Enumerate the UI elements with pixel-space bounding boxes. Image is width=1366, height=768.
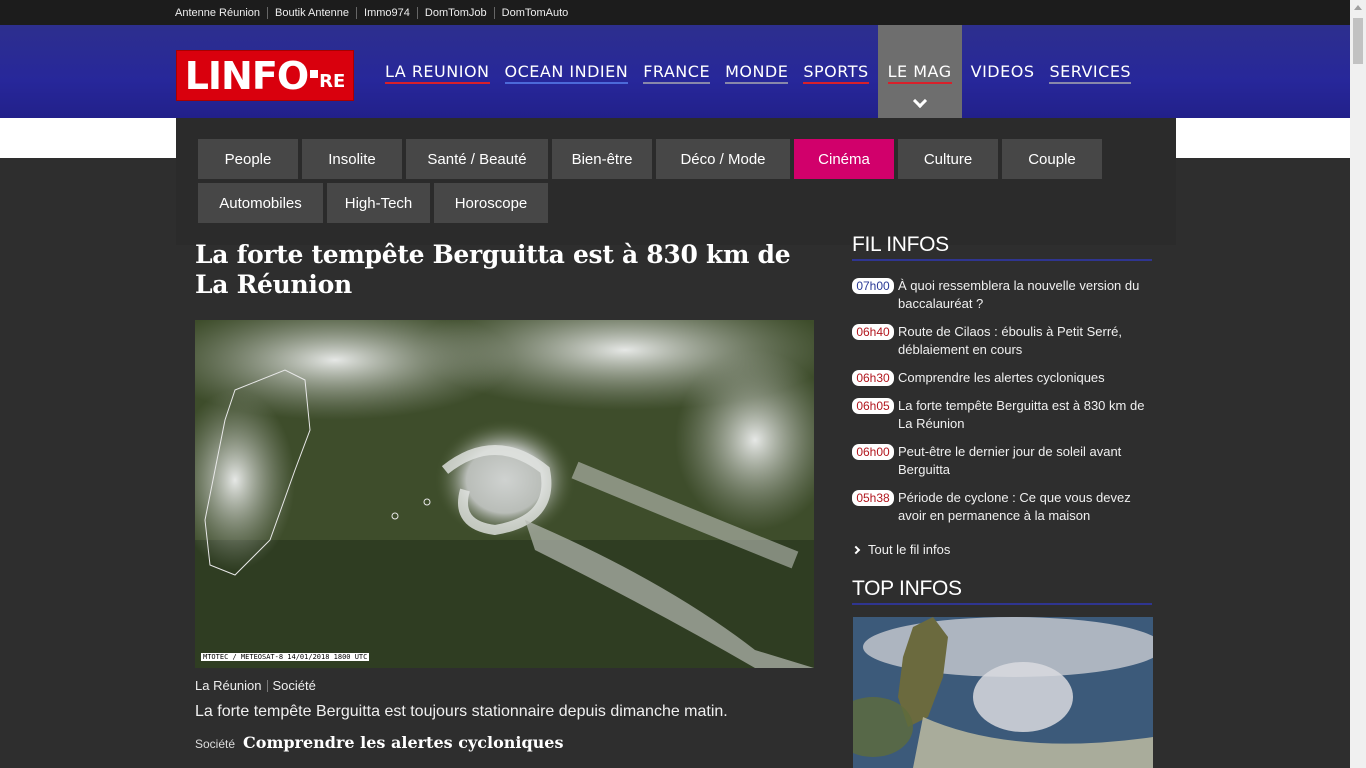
fil-item[interactable]: 07h00 À quoi ressemblera la nouvelle ver… [852,277,1152,313]
article-tags: La Réunion Société [195,678,316,693]
logo-suffix: RE [319,71,346,92]
mag-cat-people[interactable]: People [198,139,298,179]
mag-cat-sante-beaute[interactable]: Santé / Beauté [406,139,548,179]
mag-dropdown-menu: People Insolite Santé / Beauté Bien-être… [176,118,1176,245]
fil-item-text[interactable]: Route de Cilaos : éboulis à Petit Serré,… [898,323,1152,359]
mag-menu-row-2: Automobiles High-Tech Horoscope [198,183,1176,223]
top-bar: Antenne Réunion Boutik Antenne Immo974 D… [0,0,1366,25]
fil-infos-list: 07h00 À quoi ressemblera la nouvelle ver… [852,277,1152,535]
mag-cat-high-tech[interactable]: High-Tech [327,183,430,223]
fil-item[interactable]: 06h00 Peut-être le dernier jour de solei… [852,443,1152,479]
nav-item-monde[interactable]: MONDE [719,25,794,118]
mag-cat-couple[interactable]: Couple [1002,139,1102,179]
logo-dot [310,69,319,78]
tag-la-reunion[interactable]: La Réunion [195,678,262,693]
nav-item-france[interactable]: FRANCE [637,25,716,118]
photo-credit: MTOTEC / METEOSAT-8 14/01/2018 1800 UTC [201,653,370,661]
related-article-partial[interactable] [252,760,612,768]
nav-item-la-reunion[interactable]: LA REUNION [379,25,496,118]
article-photo[interactable]: MTOTEC / METEOSAT-8 14/01/2018 1800 UTC [195,320,814,668]
time-badge: 07h00 [852,278,894,294]
time-badge: 06h30 [852,370,894,386]
page-scrollbar[interactable] [1350,0,1366,768]
network-link-immo974[interactable]: Immo974 [356,6,417,19]
fil-item[interactable]: 06h05 La forte tempête Berguitta est à 8… [852,397,1152,433]
fil-item-text[interactable]: À quoi ressemblera la nouvelle version d… [898,277,1152,313]
mag-cat-insolite[interactable]: Insolite [302,139,402,179]
network-link-domtomauto[interactable]: DomTomAuto [493,6,576,19]
network-link-domtomjob[interactable]: DomTomJob [416,6,494,19]
all-fil-infos-link[interactable]: Tout le fil infos [851,542,951,557]
satellite-image [195,320,814,668]
logo-text: LINFO [184,53,309,98]
fil-infos-header: FIL INFOS [852,233,1152,261]
top-infos-photo[interactable] [853,617,1153,768]
mag-cat-bien-etre[interactable]: Bien-être [552,139,652,179]
tag-societe[interactable]: Société [273,678,316,693]
fil-item-text[interactable]: Période de cyclone : Ce que vous devez a… [898,489,1152,525]
mag-cat-deco-mode[interactable]: Déco / Mode [656,139,790,179]
site-logo[interactable]: LINFO RE [176,50,354,101]
related-article[interactable]: Société Comprendre les alertes cycloniqu… [195,733,563,752]
mag-menu-row-1: People Insolite Santé / Beauté Bien-être… [198,139,1176,179]
nav-item-le-mag[interactable]: LE MAG [877,25,962,118]
time-badge: 05h38 [852,490,894,506]
nav-item-services[interactable]: SERVICES [1043,25,1137,118]
time-badge: 06h05 [852,398,894,414]
related-category: Société [195,737,236,751]
article-lead: La forte tempête Berguitta est toujours … [195,703,728,720]
time-badge: 06h00 [852,444,894,460]
top-infos-title: TOP INFOS [852,577,1152,605]
site-header: LINFO RE LA REUNION OCEAN INDIEN FRANCE … [0,25,1350,118]
article-title[interactable]: La forte tempête Berguitta est à 830 km … [195,240,815,300]
time-badge: 06h40 [852,324,894,340]
mag-cat-culture[interactable]: Culture [898,139,998,179]
article-header: La forte tempête Berguitta est à 830 km … [195,240,815,300]
nav-item-sports[interactable]: SPORTS [797,25,874,118]
tag-separator [266,679,268,692]
mag-cat-horoscope[interactable]: Horoscope [434,183,548,223]
fil-item[interactable]: 06h30 Comprendre les alertes cycloniques [852,369,1152,387]
chevron-down-icon [912,93,927,109]
fil-item-text[interactable]: Comprendre les alertes cycloniques [898,369,1105,387]
mag-cat-automobiles[interactable]: Automobiles [198,183,323,223]
scroll-up-arrow-icon[interactable] [1354,5,1362,10]
fil-item[interactable]: 05h38 Période de cyclone : Ce que vous d… [852,489,1152,525]
satellite-thumbnail [853,617,1153,768]
fil-infos-title: FIL INFOS [852,233,1152,261]
main-nav: LA REUNION OCEAN INDIEN FRANCE MONDE SPO… [379,25,1140,118]
fil-item[interactable]: 06h40 Route de Cilaos : éboulis à Petit … [852,323,1152,359]
all-fil-infos-label: Tout le fil infos [868,542,951,557]
scrollbar-thumb[interactable] [1353,18,1363,64]
fil-item-text[interactable]: Peut-être le dernier jour de soleil avan… [898,443,1152,479]
nav-item-videos[interactable]: VIDEOS [965,25,1041,118]
nav-item-ocean-indien[interactable]: OCEAN INDIEN [499,25,635,118]
fil-item-text[interactable]: La forte tempête Berguitta est à 830 km … [898,397,1152,433]
network-link-antenne[interactable]: Antenne Réunion [175,7,267,19]
related-title[interactable]: Comprendre les alertes cycloniques [243,733,563,752]
network-links: Antenne Réunion Boutik Antenne Immo974 D… [175,0,575,25]
chevron-right-icon [851,545,861,554]
top-infos-header: TOP INFOS [852,577,1152,605]
mag-cat-cinema[interactable]: Cinéma [794,139,894,179]
network-link-boutik[interactable]: Boutik Antenne [267,6,356,19]
